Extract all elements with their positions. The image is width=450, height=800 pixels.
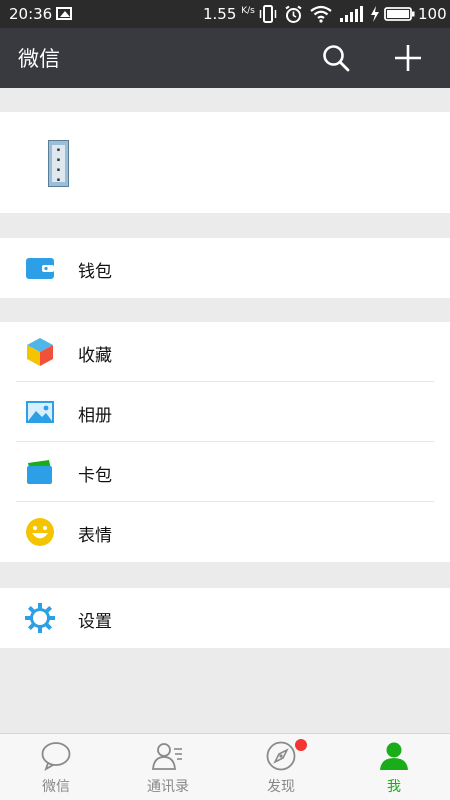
menu-item-label: 设置 bbox=[78, 612, 112, 632]
title-bar: 微信 bbox=[0, 28, 450, 88]
page-title: 微信 bbox=[18, 47, 60, 71]
search-icon[interactable] bbox=[320, 42, 352, 74]
tab-contacts[interactable]: 通讯录 bbox=[112, 734, 224, 800]
plus-icon[interactable] bbox=[392, 42, 424, 74]
image-notification-icon bbox=[56, 7, 72, 20]
tab-chats[interactable]: 微信 bbox=[0, 734, 112, 800]
compass-icon bbox=[266, 741, 296, 771]
network-speed: 1.55 K/s bbox=[203, 5, 255, 23]
gear-icon bbox=[25, 603, 55, 633]
menu-item-label: 相册 bbox=[78, 406, 112, 426]
menu-item-label: 卡包 bbox=[78, 466, 112, 486]
charging-icon bbox=[371, 6, 379, 22]
tab-label: 微信 bbox=[42, 779, 70, 795]
favorites-section: 收藏 相册 卡包 表情 bbox=[0, 322, 450, 562]
bottom-tab-bar: 微信 通讯录 发现 我 bbox=[0, 733, 450, 800]
menu-item-favorites[interactable]: 收藏 bbox=[0, 322, 450, 382]
menu-item-settings[interactable]: 设置 bbox=[0, 588, 450, 648]
photo-icon bbox=[26, 401, 54, 423]
menu-item-label: 表情 bbox=[78, 526, 112, 546]
alarm-icon bbox=[285, 5, 302, 23]
battery-icon bbox=[384, 7, 415, 21]
wallet-icon bbox=[26, 258, 54, 279]
status-bar: 20:36 1.55 K/s 100 bbox=[0, 0, 450, 28]
person-icon bbox=[380, 742, 408, 770]
menu-item-wallet[interactable]: 钱包 bbox=[0, 238, 450, 298]
menu-item-label: 钱包 bbox=[78, 262, 112, 282]
tab-me[interactable]: 我 bbox=[338, 734, 450, 800]
vibrate-icon bbox=[259, 5, 277, 23]
wifi-icon bbox=[310, 5, 332, 23]
avatar-image: ▪ ▪ ▪ ▪ bbox=[52, 145, 65, 183]
tab-label: 通讯录 bbox=[147, 779, 189, 795]
notification-badge bbox=[295, 739, 307, 751]
menu-item-album[interactable]: 相册 bbox=[0, 382, 450, 442]
signal-icon bbox=[340, 6, 363, 22]
battery-level: 100 bbox=[418, 5, 447, 23]
menu-item-label: 收藏 bbox=[78, 346, 112, 366]
avatar: ▪ ▪ ▪ ▪ bbox=[48, 140, 69, 187]
wallet-section: 钱包 bbox=[0, 238, 450, 298]
chat-icon bbox=[41, 742, 71, 771]
smiley-icon bbox=[26, 518, 54, 546]
menu-item-cards[interactable]: 卡包 bbox=[0, 442, 450, 502]
contacts-icon bbox=[152, 743, 182, 770]
menu-item-stickers[interactable]: 表情 bbox=[0, 502, 450, 562]
status-time: 20:36 bbox=[9, 5, 53, 23]
settings-section: 设置 bbox=[0, 588, 450, 648]
cube-icon bbox=[27, 338, 53, 366]
card-pack-icon bbox=[27, 460, 52, 484]
tab-label: 发现 bbox=[267, 779, 295, 795]
tab-label: 我 bbox=[387, 779, 401, 795]
tab-discover[interactable]: 发现 bbox=[225, 734, 337, 800]
profile-card[interactable]: ▪ ▪ ▪ ▪ bbox=[0, 112, 450, 213]
